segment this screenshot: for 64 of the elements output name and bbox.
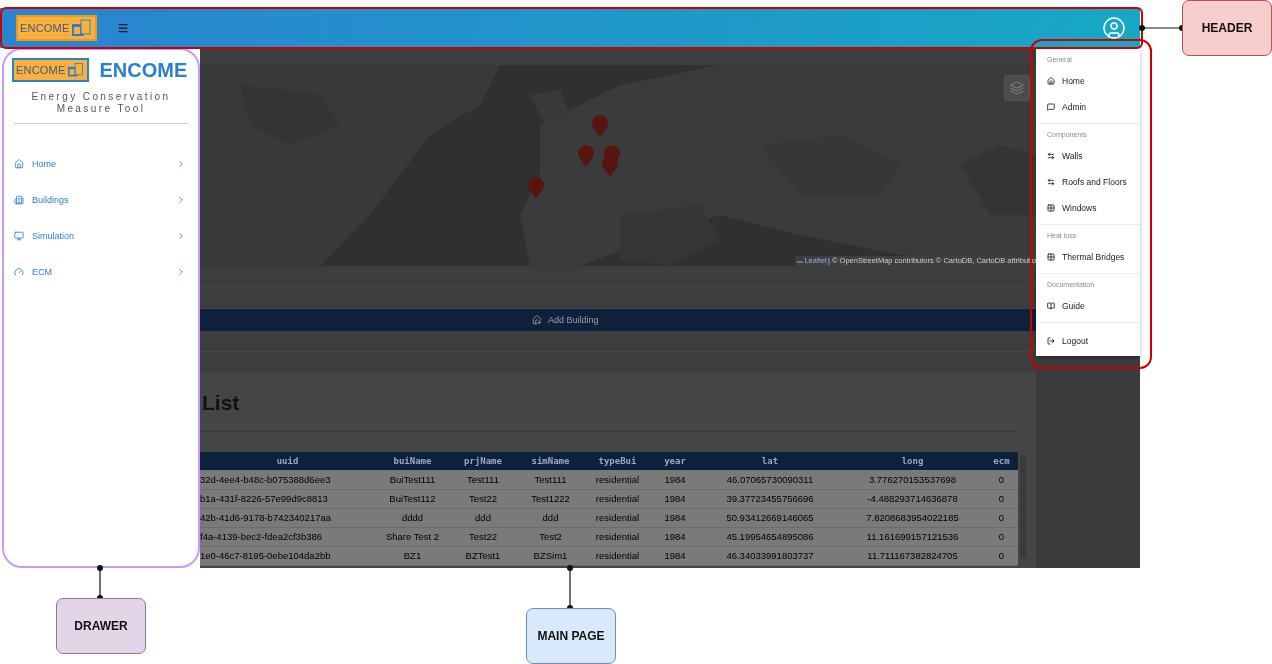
blocks-icon [72,18,93,38]
table-cell: BuiTest111 [375,470,450,489]
table-cell: residential [585,470,650,489]
callout-label: HEADER [1182,0,1272,56]
column-header[interactable]: prjName [450,452,516,470]
table-cell: Test111 [516,470,585,489]
column-header[interactable]: lat [700,452,840,470]
column-header[interactable]: buiName [375,452,450,470]
table-cell: Test111 [450,470,516,489]
arrows-icon [1047,152,1055,160]
menu-item[interactable]: Home [1036,68,1140,94]
layers-icon [1010,81,1024,95]
table-cell: 1984 [650,470,700,489]
grid-icon [1047,253,1055,261]
drawer-item[interactable]: ECM [12,254,190,290]
logout-item[interactable]: Logout [1036,326,1140,356]
blocks-icon [68,62,85,78]
user-account-button[interactable] [1102,16,1126,40]
menu-item[interactable]: Thermal Bridges [1036,244,1140,270]
building-icon [14,195,24,205]
drawer-item[interactable]: Simulation [12,218,190,254]
chevron-icon [176,267,186,277]
logo-text: ENCOME [16,64,66,76]
column-header[interactable]: ecm [985,452,1018,470]
brand-name: ENCOME [99,58,188,82]
menu-item[interactable]: Roofs and Floors [1036,169,1140,195]
callout-label: MAIN PAGE [526,608,616,664]
connector-line [567,565,573,611]
logout-icon [1047,337,1055,345]
table-cell: 3.776270153537698 [840,470,985,489]
logo-text: ENCOME [20,22,70,34]
monitor-icon [14,231,24,241]
table-cell: 32d-4ee4-b48c-b075388d6ee3 [200,470,375,489]
column-header[interactable]: typeBui [585,452,650,470]
house-icon [14,159,24,169]
book-icon [1047,302,1055,310]
house-icon [1047,77,1055,85]
connector-line [1139,25,1185,31]
chevron-icon [176,195,186,205]
menu-item[interactable]: Guide [1036,293,1140,319]
callout-label: DRAWER [56,598,146,654]
grid-icon [1047,204,1055,212]
column-header[interactable]: uuid [200,452,375,470]
menu-icon [117,22,130,34]
menu-item[interactable]: Admin [1036,94,1140,120]
flag-icon [797,258,804,263]
drawer-item[interactable]: Buildings [12,182,190,218]
arrows-icon [1047,178,1055,186]
house-plus-icon [532,315,542,325]
menu-item[interactable]: Walls [1036,143,1140,169]
column-header[interactable]: year [650,452,700,470]
chevron-icon [176,159,186,169]
table-cell: 46.07065730090311 [700,470,840,489]
message-icon [1047,103,1055,111]
table-cell: 0 [985,470,1018,489]
drawer-item[interactable]: Home [12,146,190,182]
column-header[interactable]: simName [516,452,585,470]
add-building-button[interactable]: Add Building [532,315,599,325]
menu-item[interactable]: Windows [1036,195,1140,221]
user-icon [1102,16,1126,40]
chevron-icon [176,231,186,241]
column-header[interactable]: long [840,452,985,470]
gauge-icon [14,267,24,277]
app-subtitle: Energy Conservation Measure Tool [30,91,172,115]
